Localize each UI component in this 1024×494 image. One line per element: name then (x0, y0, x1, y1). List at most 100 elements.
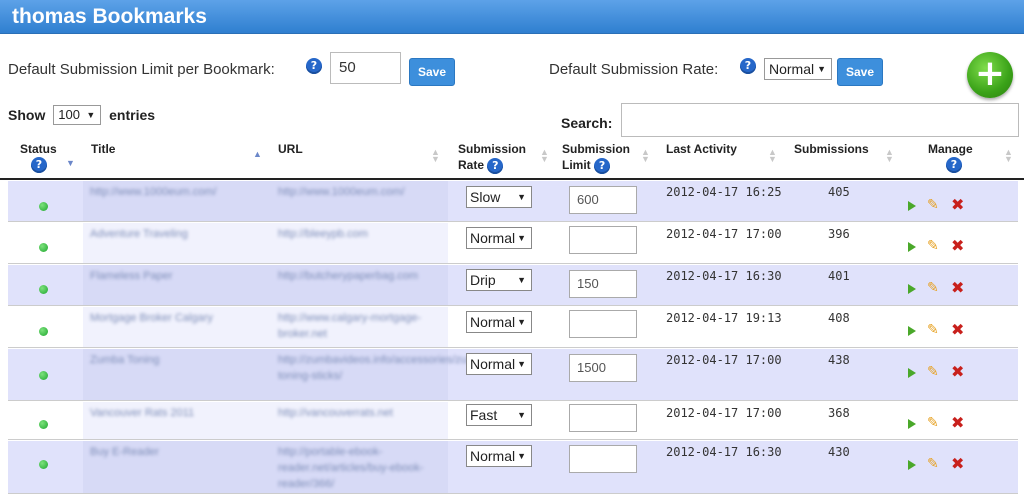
delete-x-icon[interactable]: ✖ (951, 415, 964, 431)
default-limit-label: Default Submission Limit per Bookmark: (8, 61, 275, 78)
status-active-icon (39, 460, 48, 469)
rate-select[interactable]: Normal ▼ (466, 445, 532, 467)
bookmark-url[interactable]: http://vancouverrats.net (278, 405, 440, 421)
default-rate-select[interactable]: Normal ▼ (764, 58, 832, 80)
rate-value: Normal (470, 230, 516, 246)
last-activity: 2012-04-17 17:00 (666, 353, 782, 367)
col-url[interactable]: URL (278, 142, 303, 156)
bookmark-url[interactable]: http://bleeypb.com (278, 226, 440, 242)
bookmark-url[interactable]: http://butcherypaperbag.com (278, 268, 440, 284)
col-submissions[interactable]: Submissions (794, 142, 869, 156)
default-limit-input[interactable]: 50 (330, 52, 401, 84)
limit-input[interactable] (569, 404, 637, 432)
bookmark-title[interactable]: Vancouver Rats 2011 (90, 405, 262, 421)
bookmark-title[interactable]: http://www.1000eum.com/ (90, 184, 262, 200)
sort-icon[interactable]: ▲ ▼ (885, 148, 894, 164)
col-limit-line1: Submission (562, 142, 631, 156)
save-rate-button[interactable]: Save (837, 58, 883, 86)
table-row: Buy E-Reader http://portable-ebook-reade… (8, 441, 1018, 494)
rate-help-icon[interactable]: ? (740, 58, 756, 74)
sort-icon[interactable]: ▲ ▼ (641, 148, 650, 164)
chevron-down-icon: ▼ (817, 64, 826, 74)
limit-input[interactable]: 1500 (569, 354, 637, 382)
delete-x-icon[interactable]: ✖ (951, 364, 964, 380)
limit-input[interactable] (569, 310, 637, 338)
sort-icon[interactable]: ▲ ▼ (768, 148, 777, 164)
rate-select[interactable]: Fast ▼ (466, 404, 532, 426)
limit-col-help-icon[interactable]: ? (594, 158, 611, 174)
play-icon[interactable] (908, 326, 916, 336)
sort-desc-icon[interactable]: ▼ (66, 159, 75, 168)
chevron-down-icon: ▼ (517, 410, 526, 420)
edit-pencil-icon[interactable]: ✎ (927, 365, 939, 379)
edit-pencil-icon[interactable]: ✎ (927, 239, 939, 253)
sort-asc-icon[interactable]: ▲ (253, 150, 262, 159)
rate-select[interactable]: Slow ▼ (466, 186, 532, 208)
bookmark-url[interactable]: http://zumbavideos.info/accessories/zumb… (278, 352, 492, 384)
col-manage: Manage (928, 142, 973, 156)
limit-input[interactable]: 150 (569, 270, 637, 298)
edit-pencil-icon[interactable]: ✎ (927, 457, 939, 471)
edit-pencil-icon[interactable]: ✎ (927, 416, 939, 430)
add-bookmark-button[interactable]: + (967, 52, 1013, 98)
delete-x-icon[interactable]: ✖ (951, 280, 964, 296)
bookmark-url[interactable]: http://www.calgary-mortgage-broker.net (278, 310, 440, 342)
col-limit[interactable]: Submission Limit ? (562, 142, 630, 174)
sort-icon[interactable]: ▲ ▼ (431, 148, 440, 164)
edit-pencil-icon[interactable]: ✎ (927, 323, 939, 337)
col-rate[interactable]: Submission Rate ? (458, 142, 526, 174)
limit-input[interactable]: 600 (569, 186, 637, 214)
play-icon[interactable] (908, 284, 916, 294)
sort-icon[interactable]: ▲ ▼ (540, 148, 549, 164)
delete-x-icon[interactable]: ✖ (951, 456, 964, 472)
col-last-activity[interactable]: Last Activity (666, 142, 737, 156)
bookmark-title[interactable]: Flameless Paper (90, 268, 262, 284)
status-help-icon[interactable]: ? (31, 157, 47, 173)
manage-help-icon[interactable]: ? (946, 157, 962, 173)
edit-pencil-icon[interactable]: ✎ (927, 281, 939, 295)
limit-input[interactable] (569, 445, 637, 473)
default-rate-value: Normal (769, 61, 815, 77)
table-row: http://www.1000eum.com/ http://www.1000e… (8, 181, 1018, 222)
last-activity: 2012-04-17 16:30 (666, 269, 782, 283)
play-icon[interactable] (908, 201, 916, 211)
delete-x-icon[interactable]: ✖ (951, 238, 964, 254)
play-icon[interactable] (908, 242, 916, 252)
edit-pencil-icon[interactable]: ✎ (927, 198, 939, 212)
table-row: Vancouver Rats 2011 http://vancouverrats… (8, 402, 1018, 440)
chevron-down-icon: ▼ (517, 359, 526, 369)
delete-x-icon[interactable]: ✖ (951, 197, 964, 213)
page-header: thomas Bookmarks (0, 0, 1024, 34)
chevron-down-icon: ▼ (517, 451, 526, 461)
delete-x-icon[interactable]: ✖ (951, 322, 964, 338)
play-icon[interactable] (908, 419, 916, 429)
submissions-count: 396 (828, 227, 850, 241)
col-status[interactable]: Status (20, 142, 57, 156)
last-activity: 2012-04-17 19:13 (666, 311, 782, 325)
play-icon[interactable] (908, 460, 916, 470)
rate-value: Normal (470, 356, 516, 372)
bookmark-title[interactable]: Mortgage Broker Calgary (90, 310, 262, 326)
status-active-icon (39, 202, 48, 211)
last-activity: 2012-04-17 16:30 (666, 445, 782, 459)
page-title: thomas Bookmarks (12, 5, 207, 28)
rate-select[interactable]: Normal ▼ (466, 311, 532, 333)
rate-col-help-icon[interactable]: ? (487, 158, 504, 174)
bookmark-title[interactable]: Buy E-Reader (90, 444, 262, 460)
limit-input[interactable] (569, 226, 637, 254)
play-icon[interactable] (908, 368, 916, 378)
rate-select[interactable]: Normal ▼ (466, 227, 532, 249)
entries-select[interactable]: 100 ▼ (53, 105, 102, 125)
limit-help-icon[interactable]: ? (306, 58, 322, 74)
rate-select[interactable]: Normal ▼ (466, 353, 532, 375)
col-limit-line2: Limit (562, 158, 591, 172)
bookmark-url[interactable]: http://www.1000eum.com/ (278, 184, 440, 200)
bookmark-title[interactable]: Zumba Toning (90, 352, 262, 368)
chevron-down-icon: ▼ (517, 192, 526, 202)
col-title[interactable]: Title (91, 142, 115, 156)
bookmark-url[interactable]: http://portable-ebook-reader.net/article… (278, 444, 440, 492)
save-limit-button[interactable]: Save (409, 58, 455, 86)
search-input[interactable] (621, 103, 1019, 137)
rate-select[interactable]: Drip ▼ (466, 269, 532, 291)
bookmark-title[interactable]: Adventure Traveling (90, 226, 262, 242)
